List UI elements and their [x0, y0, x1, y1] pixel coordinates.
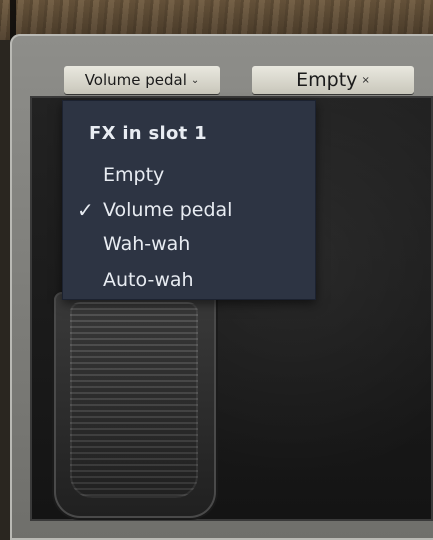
- slot-2-label: Empty: [296, 69, 358, 91]
- checkmark-icon: ✓: [77, 198, 94, 222]
- menu-title: FX in slot 1: [89, 123, 207, 144]
- menu-item-label: Empty: [103, 164, 165, 186]
- menu-item-label: Volume pedal: [103, 199, 233, 221]
- slot-1-label: Volume pedal: [84, 71, 187, 89]
- menu-item-auto-wah[interactable]: Auto-wah: [103, 266, 313, 294]
- slot-1-fx-select[interactable]: Volume pedal ⌄: [64, 66, 220, 94]
- menu-item-empty[interactable]: Empty: [103, 161, 313, 189]
- fx-slot-1-menu: FX in slot 1 Empty ✓ Volume pedal Wah-wa…: [62, 100, 316, 300]
- close-icon: ×: [361, 74, 370, 86]
- menu-item-label: Wah-wah: [103, 233, 191, 255]
- volume-pedal[interactable]: [70, 302, 198, 498]
- menu-item-label: Auto-wah: [103, 269, 194, 291]
- chevron-down-icon: ⌄: [190, 74, 200, 86]
- slot-2-fx-select[interactable]: Empty ×: [252, 66, 414, 94]
- menu-item-volume-pedal[interactable]: ✓ Volume pedal: [77, 196, 313, 224]
- menu-item-wah-wah[interactable]: Wah-wah: [103, 230, 313, 258]
